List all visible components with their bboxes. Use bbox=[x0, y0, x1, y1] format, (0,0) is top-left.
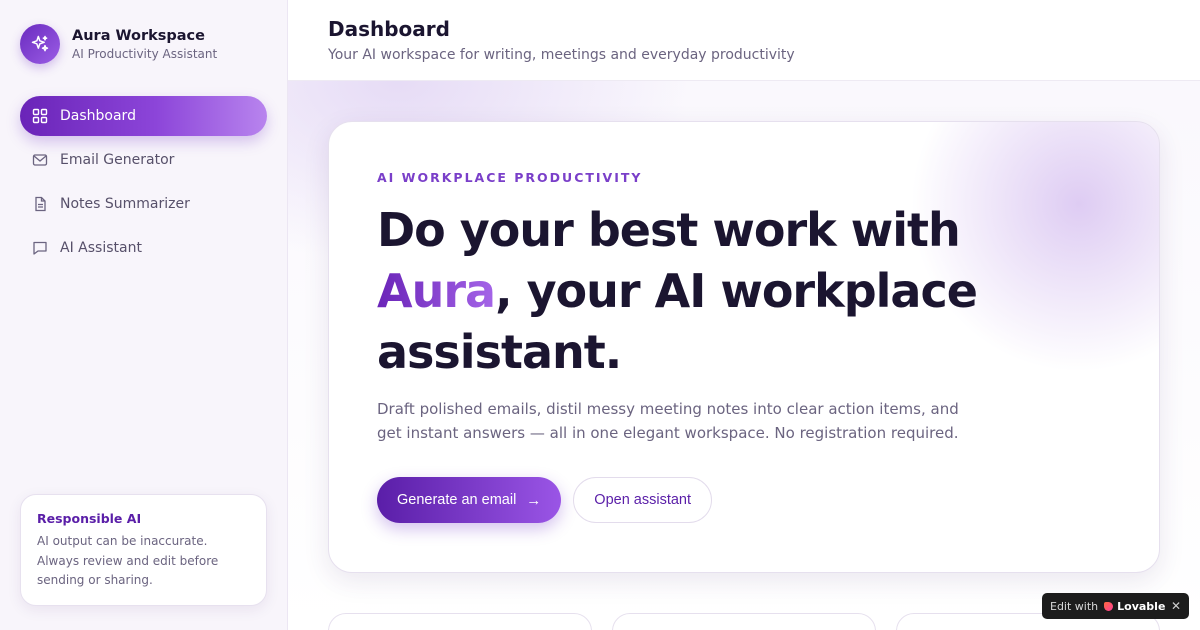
responsible-ai-notice: Responsible AI AI output can be inaccura… bbox=[20, 494, 267, 606]
sidebar-item-email-generator[interactable]: Email Generator bbox=[20, 140, 267, 180]
sparkles-icon bbox=[20, 24, 60, 64]
close-icon[interactable]: ✕ bbox=[1171, 599, 1181, 613]
chat-icon bbox=[32, 240, 48, 256]
edit-with-lovable-badge[interactable]: Edit with Lovable ✕ bbox=[1042, 593, 1189, 619]
feature-card[interactable] bbox=[612, 613, 876, 630]
sidebar-item-ai-assistant[interactable]: AI Assistant bbox=[20, 228, 267, 268]
sidebar-nav: Dashboard Email Generator Notes Summariz… bbox=[20, 96, 267, 272]
mail-icon bbox=[32, 152, 48, 168]
brand-subtitle: AI Productivity Assistant bbox=[72, 46, 218, 61]
generate-email-button[interactable]: Generate an email → bbox=[377, 477, 562, 523]
notice-body: AI output can be inaccurate. Always revi… bbox=[37, 534, 219, 587]
sidebar-item-dashboard[interactable]: Dashboard bbox=[20, 96, 267, 136]
hero-description: Draft polished emails, distil messy meet… bbox=[377, 400, 959, 442]
hero-eyebrow: AI WORKPLACE PRODUCTIVITY bbox=[377, 170, 643, 185]
sidebar-item-label: Dashboard bbox=[60, 108, 136, 124]
page-subtitle: Your AI workspace for writing, meetings … bbox=[328, 47, 795, 63]
arrow-right-icon: → bbox=[526, 491, 542, 509]
notice-title: Responsible AI bbox=[37, 511, 142, 526]
open-assistant-button[interactable]: Open assistant bbox=[573, 477, 713, 523]
sidebar-item-notes-summarizer[interactable]: Notes Summarizer bbox=[20, 184, 267, 224]
hero-card: AI WORKPLACE PRODUCTIVITY Do your best w… bbox=[328, 121, 1160, 573]
hero-actions: Generate an email → Open assistant bbox=[377, 477, 1117, 523]
page-header: Dashboard Your AI workspace for writing,… bbox=[288, 0, 1200, 81]
brand-title: Aura Workspace bbox=[72, 27, 205, 44]
hero-title-start: Do your best work with bbox=[377, 203, 961, 257]
page-title: Dashboard bbox=[328, 17, 450, 41]
document-icon bbox=[32, 196, 48, 212]
sidebar-item-label: Notes Summarizer bbox=[60, 196, 190, 212]
main-content: AI WORKPLACE PRODUCTIVITY Do your best w… bbox=[288, 81, 1200, 630]
sidebar: Aura Workspace AI Productivity Assistant… bbox=[0, 0, 288, 630]
brand[interactable]: Aura Workspace AI Productivity Assistant bbox=[20, 24, 217, 64]
feature-card[interactable] bbox=[328, 613, 592, 630]
sidebar-item-label: Email Generator bbox=[60, 152, 175, 168]
badge-prefix: Edit with bbox=[1050, 599, 1099, 613]
badge-brand: Lovable bbox=[1117, 599, 1166, 613]
hero-title-accent: Aura bbox=[377, 264, 496, 318]
grid-icon bbox=[32, 108, 48, 124]
lovable-logo-icon bbox=[1104, 601, 1114, 611]
hero-title: Do your best work with Aura, your AI wor… bbox=[377, 200, 997, 383]
generate-email-label: Generate an email bbox=[397, 492, 517, 508]
sidebar-item-label: AI Assistant bbox=[60, 240, 142, 256]
